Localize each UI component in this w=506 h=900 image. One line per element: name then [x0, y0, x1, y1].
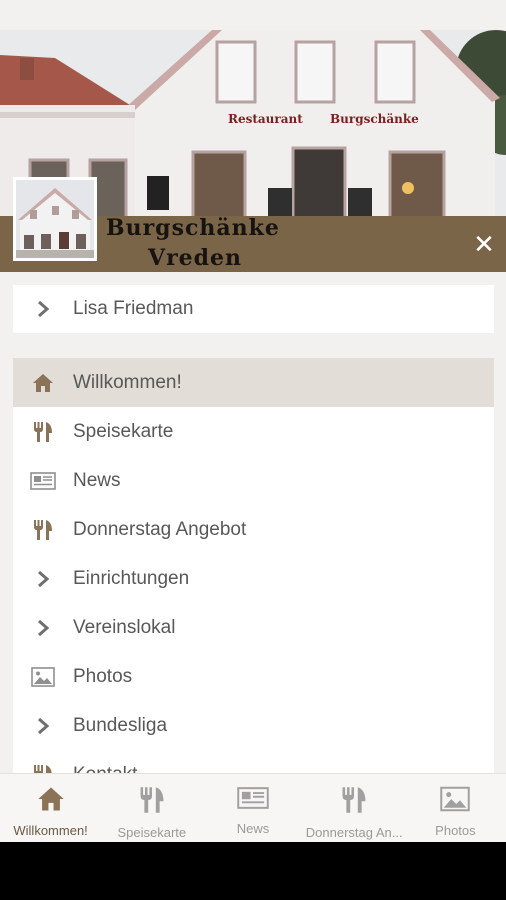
- menu-item-willkommen[interactable]: Willkommen!: [13, 358, 494, 407]
- chevron-right-icon: [13, 300, 73, 318]
- newspaper-icon: [237, 786, 269, 815]
- image-icon: [440, 786, 471, 817]
- tab-label: Photos: [435, 823, 476, 838]
- tab-label: Willkommen!: [13, 823, 88, 838]
- tab-label: Donnerstag An...: [305, 825, 403, 840]
- tab-speisekarte[interactable]: Speisekarte: [101, 774, 202, 842]
- newspaper-icon: [13, 471, 73, 490]
- cutlery-icon: [139, 786, 165, 819]
- tab-news[interactable]: News: [202, 774, 303, 842]
- menu-item-label: Photos: [73, 665, 133, 687]
- user-profile-row[interactable]: Lisa Friedman: [13, 285, 494, 333]
- menu-item-kontakt[interactable]: Kontakt: [13, 750, 494, 774]
- cutlery-icon: [341, 786, 367, 819]
- menu-item-label: Einrichtungen: [73, 567, 190, 589]
- menu-item-einrichtungen[interactable]: Einrichtungen: [13, 554, 494, 603]
- menu-item-vereinslokal[interactable]: Vereinslokal: [13, 603, 494, 652]
- chevron-right-icon: [13, 717, 73, 735]
- restaurant-thumbnail: [13, 177, 97, 261]
- close-button[interactable]: ✕: [470, 230, 498, 258]
- tab-label: Speisekarte: [117, 825, 187, 840]
- cutlery-icon: [13, 519, 73, 541]
- tab-willkommen[interactable]: Willkommen!: [0, 774, 101, 842]
- image-icon: [13, 666, 73, 687]
- side-menu: Willkommen! Speisekarte News Donnerstag …: [13, 358, 494, 774]
- menu-item-label: Donnerstag Angebot: [73, 518, 247, 540]
- tab-photos[interactable]: Photos: [405, 774, 506, 842]
- brand-title-line1: Burgschänke: [106, 215, 280, 241]
- menu-item-bundesliga[interactable]: Bundesliga: [13, 701, 494, 750]
- home-icon: [13, 373, 73, 393]
- menu-item-label: Bundesliga: [73, 714, 168, 736]
- tab-label: News: [236, 821, 270, 836]
- menu-item-label: Speisekarte: [73, 420, 174, 442]
- menu-item-speisekarte[interactable]: Speisekarte: [13, 407, 494, 456]
- menu-item-label: Willkommen!: [73, 371, 182, 393]
- brand-title-line2: Vreden: [148, 245, 243, 271]
- chevron-right-icon: [13, 619, 73, 637]
- cutlery-icon: [13, 421, 73, 443]
- status-bar: [0, 0, 506, 30]
- chevron-right-icon: [13, 570, 73, 588]
- tab-donnerstag-angebot[interactable]: Donnerstag An...: [304, 774, 405, 842]
- close-icon: ✕: [473, 229, 495, 259]
- bottom-tab-bar: Willkommen! Speisekarte News Donnerstag …: [0, 773, 506, 842]
- brand-title: Burgschänke Vreden: [106, 214, 306, 272]
- menu-item-label: Vereinslokal: [73, 616, 176, 638]
- svg-text:Restaurant: Restaurant: [228, 112, 303, 126]
- system-navigation-bar: [0, 842, 506, 900]
- menu-item-photos[interactable]: Photos: [13, 652, 494, 701]
- menu-item-news[interactable]: News: [13, 456, 494, 505]
- home-icon: [37, 786, 65, 817]
- menu-item-donnerstag-angebot[interactable]: Donnerstag Angebot: [13, 505, 494, 554]
- menu-item-label: News: [73, 469, 121, 491]
- svg-text:Burgschänke: Burgschänke: [330, 112, 419, 126]
- user-name: Lisa Friedman: [73, 298, 194, 319]
